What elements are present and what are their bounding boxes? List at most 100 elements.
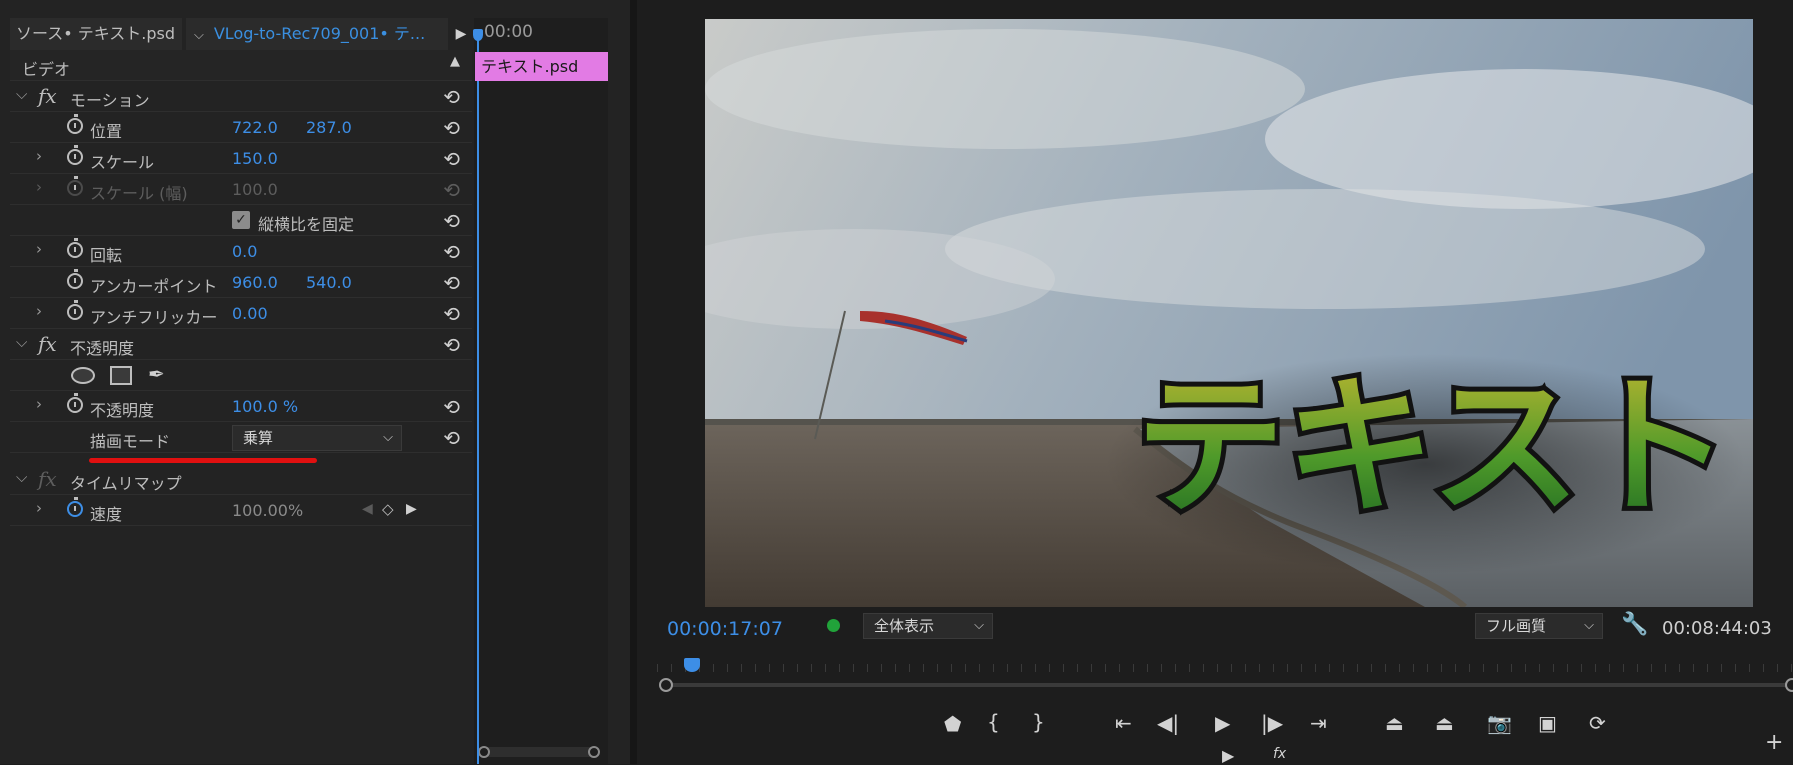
extract-icon[interactable]: ⏏ (1435, 711, 1454, 735)
tab-source[interactable]: ソース• テキスト.psd (10, 18, 182, 50)
prev-keyframe-icon[interactable]: ◀ (362, 501, 373, 517)
tab-effect-controls[interactable]: ⌵ VLog-to-Rec709_001• テ... (186, 18, 448, 50)
quality-select[interactable]: フル画質 ⌵ (1475, 613, 1603, 639)
param-label: 回転 (90, 246, 123, 265)
effect-controls-timeline[interactable]: 00:00 (474, 18, 608, 764)
uniform-scale-checkbox[interactable]: ✓ (232, 211, 250, 229)
ellipse-mask-icon[interactable] (71, 367, 95, 384)
stopwatch-icon[interactable] (67, 269, 83, 289)
reset-icon[interactable]: ⟲ (443, 209, 460, 233)
overlay-text: テキスト (1135, 361, 1731, 535)
comparison-view-icon[interactable]: ▣ (1538, 711, 1557, 735)
scroll-handle-left[interactable] (659, 678, 673, 692)
stopwatch-icon[interactable] (67, 145, 83, 165)
zoom-value: 全体表示 (874, 617, 935, 635)
scale-value[interactable]: 150.0 (232, 149, 278, 168)
param-rotation: › 回転 0.0 ⟲ (10, 236, 472, 267)
chevron-right-icon[interactable]: › (36, 147, 42, 165)
add-keyframe-icon[interactable]: ◇ (382, 500, 394, 518)
fx-icon[interactable]: fx (38, 332, 57, 356)
blend-mode-select[interactable]: 乗算 ⌵ (232, 425, 402, 451)
go-to-out-icon[interactable]: ⇥ (1310, 711, 1327, 735)
chevron-down-icon[interactable]: ⌵ (194, 28, 204, 43)
fx-icon[interactable]: fx (38, 84, 57, 108)
mark-in-icon[interactable]: { (987, 710, 1000, 734)
reset-icon[interactable]: ⟲ (443, 116, 460, 140)
wrench-icon[interactable]: 🔧 (1621, 612, 1648, 637)
chevron-right-icon[interactable]: › (36, 240, 42, 258)
speed-value[interactable]: 100.00% (232, 501, 303, 520)
reset-icon: ⟲ (443, 178, 460, 202)
rotation-value[interactable]: 0.0 (232, 242, 257, 261)
time-ruler[interactable] (657, 654, 1793, 678)
go-to-in-icon[interactable]: ⇤ (1115, 711, 1132, 735)
param-label: スケール (幅) (90, 184, 188, 203)
play-icon[interactable]: ▶ (1215, 711, 1230, 735)
anchor-y-value[interactable]: 540.0 (306, 273, 352, 292)
effect-opacity-header[interactable]: ⌵ fx 不透明度 ⟲ (10, 329, 472, 360)
stopwatch-icon[interactable] (67, 497, 83, 517)
reset-icon[interactable]: ⟲ (443, 426, 460, 450)
chevron-down-icon[interactable]: ⌵ (16, 468, 27, 486)
category-header: ビデオ ▲ (10, 50, 472, 81)
play-only-icon[interactable]: ▶ (453, 18, 469, 50)
chevron-right-icon[interactable]: › (36, 395, 42, 413)
stopwatch-icon[interactable] (67, 393, 83, 413)
playhead-marker[interactable] (684, 658, 700, 672)
reset-icon[interactable]: ⟲ (443, 302, 460, 326)
next-keyframe-icon[interactable]: ▶ (406, 501, 417, 517)
mask-tools-row: ✒ (10, 360, 472, 391)
pen-mask-icon[interactable]: ✒ (148, 362, 165, 386)
chevron-right-icon[interactable]: › (36, 302, 42, 320)
effect-time-remap-header[interactable]: ⌵ fx タイムリマップ (10, 464, 472, 495)
effect-motion-header[interactable]: ⌵ fx モーション ⟲ (10, 81, 472, 112)
param-blend-mode: 描画モード 乗算 ⌵ ⟲ (10, 422, 472, 453)
panel-divider[interactable] (630, 0, 637, 764)
stopwatch-icon[interactable] (67, 114, 83, 134)
stopwatch-icon[interactable] (67, 300, 83, 320)
reset-icon[interactable]: ⟲ (443, 240, 460, 264)
collapse-up-icon[interactable]: ▲ (450, 54, 460, 69)
anchor-x-value[interactable]: 960.0 (232, 273, 278, 292)
reset-icon[interactable]: ⟲ (443, 85, 460, 109)
param-label: 速度 (90, 505, 123, 524)
add-button-icon[interactable]: + (1765, 730, 1783, 755)
lift-icon[interactable]: ⏏ (1385, 711, 1404, 735)
param-label: 位置 (90, 122, 123, 141)
fx-toggle-icon[interactable]: fx (1273, 746, 1286, 762)
scroll-handle-right[interactable] (1785, 678, 1793, 692)
loop-icon[interactable]: ⟳ (1589, 711, 1606, 735)
reset-icon[interactable]: ⟲ (443, 147, 460, 171)
effect-opacity-title: 不透明度 (70, 339, 135, 358)
stopwatch-icon[interactable] (67, 238, 83, 258)
clip-block[interactable]: テキスト.psd (475, 52, 608, 81)
fx-icon[interactable]: fx (38, 467, 57, 491)
antiflicker-value[interactable]: 0.00 (232, 304, 268, 323)
position-y-value[interactable]: 287.0 (306, 118, 352, 137)
step-back-icon[interactable]: ◀| (1157, 711, 1179, 735)
reset-icon[interactable]: ⟲ (443, 271, 460, 295)
reset-icon[interactable]: ⟲ (443, 395, 460, 419)
scroll-handle-right[interactable] (588, 746, 600, 758)
play-around-icon[interactable]: ▶ (1222, 746, 1234, 765)
chevron-down-icon: ⌵ (974, 618, 984, 633)
camera-icon[interactable]: 📷 (1487, 711, 1512, 735)
rectangle-mask-icon[interactable] (110, 366, 132, 385)
opacity-value[interactable]: 100.0 % (232, 397, 298, 416)
current-timecode[interactable]: 00:00:17:07 (667, 618, 783, 640)
step-forward-icon[interactable]: |▶ (1261, 711, 1283, 735)
zoom-scrollbar[interactable] (665, 683, 1793, 687)
zoom-select[interactable]: 全体表示 ⌵ (863, 613, 993, 639)
chevron-right-icon[interactable]: › (36, 178, 42, 196)
category-label: ビデオ (22, 60, 71, 79)
scroll-handle-left[interactable] (478, 746, 490, 758)
mark-out-icon[interactable]: } (1032, 710, 1045, 734)
chevron-down-icon[interactable]: ⌵ (16, 333, 27, 351)
param-position: 位置 722.0 287.0 ⟲ (10, 112, 472, 143)
reset-icon[interactable]: ⟲ (443, 333, 460, 357)
chevron-right-icon[interactable]: › (36, 499, 42, 517)
position-x-value[interactable]: 722.0 (232, 118, 278, 137)
chevron-down-icon[interactable]: ⌵ (16, 85, 27, 103)
timeline-zoom-scrollbar[interactable] (478, 746, 600, 758)
add-marker-icon[interactable]: ⬟ (944, 712, 961, 736)
